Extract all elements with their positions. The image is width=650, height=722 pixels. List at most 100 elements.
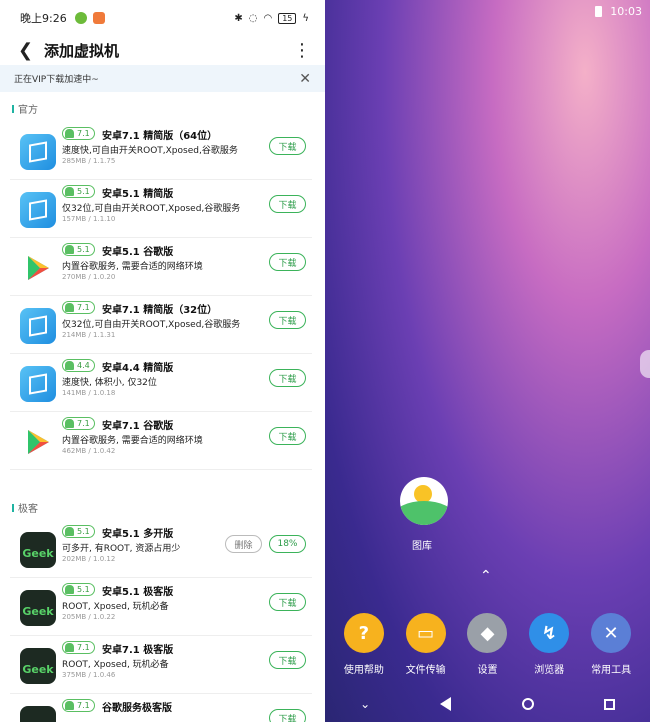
dock-item[interactable]: ▭ 文件传输 <box>396 613 456 676</box>
dock-icon-glyph: ▭ <box>417 622 435 644</box>
item-description: 仅32位,可自由开关ROOT,Xposed,谷歌服务 <box>62 320 241 330</box>
geek-icon: Geek <box>20 706 56 722</box>
back-arrow-icon[interactable]: ❮ <box>18 40 44 61</box>
section-geek: 极客 <box>12 500 38 515</box>
charging-icon: ϟ <box>302 12 309 24</box>
version-text: 5.1 <box>77 245 90 254</box>
item-description: 速度快, 体积小, 仅32位 <box>62 378 157 388</box>
chevron-up-icon[interactable]: ⌃ <box>480 568 492 584</box>
dock-app-icon: ◆ <box>467 613 508 653</box>
geek-logo-text: Geek <box>22 605 54 618</box>
list-item[interactable]: Geek 7.1 安卓7.1 极客版 ROOT, Xposed, 玩机必备 375MB … <box>10 636 312 694</box>
item-description: 内置谷歌服务, 需要合适的网络环境 <box>62 436 203 446</box>
item-meta: 157MB / 1.1.10 <box>62 215 116 223</box>
item-description: 速度快,可自由开关ROOT,Xposed,谷歌服务 <box>62 146 238 156</box>
item-meta: 375MB / 1.0.46 <box>62 671 116 679</box>
item-description: 可多开, 有ROOT, 资源占用少 <box>62 544 181 554</box>
bluetooth-icon: ✱ <box>234 12 243 24</box>
item-name: 安卓5.1 谷歌版 <box>102 247 174 258</box>
android-icon <box>65 527 74 536</box>
download-button[interactable]: 18% <box>269 535 306 553</box>
android-icon <box>65 245 74 254</box>
dock-app-icon: ✕ <box>591 613 632 653</box>
android-icon <box>65 585 74 594</box>
version-badge: 4.4 <box>62 359 95 372</box>
geek-icon: Geek <box>20 590 56 626</box>
download-button[interactable]: 下载 <box>269 651 306 669</box>
download-button[interactable]: 下载 <box>269 311 306 329</box>
download-button[interactable]: 下载 <box>269 137 306 155</box>
download-button[interactable]: 下载 <box>269 369 306 387</box>
list-item[interactable]: 4.4 安卓4.4 精简版速度快, 体积小, 仅32位 141MB / 1.0.18… <box>10 354 312 412</box>
item-meta: 141MB / 1.0.18 <box>62 389 116 397</box>
version-text: 4.4 <box>77 361 90 370</box>
download-button[interactable]: 下载 <box>269 195 306 213</box>
dock-icon-glyph: ↯ <box>541 622 557 644</box>
delete-button[interactable]: 删除 <box>225 535 262 553</box>
dock-item[interactable]: ↯ 浏览器 <box>519 613 579 676</box>
vm-icon <box>20 192 56 228</box>
wifi-icon: ◠ <box>263 12 273 24</box>
list-item[interactable]: Geek 5.1 安卓5.1 极客版 ROOT, Xposed, 玩机必备 205MB … <box>10 578 312 636</box>
version-badge: 7.1 <box>62 699 95 712</box>
download-button[interactable]: 下载 <box>269 253 306 271</box>
list-item[interactable]: 7.1 安卓7.1 谷歌版内置谷歌服务, 需要合适的网络环境 462MB / 1.0… <box>10 412 312 470</box>
play-icon <box>20 424 56 460</box>
page-title: 添加虚拟机 <box>44 41 120 60</box>
download-button[interactable]: 下载 <box>269 593 306 611</box>
version-text: 7.1 <box>77 419 90 428</box>
item-meta: 205MB / 1.0.22 <box>62 613 116 621</box>
nav-home-icon[interactable] <box>521 698 534 710</box>
play-store-glyph <box>28 256 49 280</box>
item-meta: 462MB / 1.0.42 <box>62 447 116 455</box>
play-icon <box>20 250 56 286</box>
left-panel: 晚上9:26 ✱ ◌ ◠ 15 ϟ ❮ 添加虚拟机 ⋮ 正在VIP下载加速中~ … <box>0 0 325 722</box>
dock-app-icon: ▭ <box>405 613 446 653</box>
download-button[interactable]: 下载 <box>269 709 306 722</box>
geek-logo-text: Geek <box>22 663 54 676</box>
chevron-down-icon[interactable]: ⌄ <box>360 697 370 711</box>
list-item[interactable]: Geek 5.1 安卓5.1 多开版 可多开, 有ROOT, 资源占用少 202MB /… <box>10 520 312 578</box>
section-title: 官方 <box>18 105 38 116</box>
geek-icon: Geek <box>20 532 56 568</box>
dock-app-icon: ↯ <box>529 613 570 653</box>
nav-back-icon[interactable] <box>440 697 452 711</box>
status-time: 晚上9:26 <box>20 12 67 25</box>
list-item[interactable]: 5.1 安卓5.1 谷歌版 内置谷歌服务, 需要合适的网络环境 270MB / 1.0… <box>10 238 312 296</box>
close-icon[interactable]: ✕ <box>299 71 311 87</box>
section-marker <box>12 503 14 512</box>
item-name: 安卓7.1 谷歌版 <box>102 421 174 432</box>
android-icon <box>65 303 74 312</box>
geek-icon: Geek <box>20 648 56 684</box>
item-name: 安卓5.1 极客版 <box>102 587 174 598</box>
more-options-icon[interactable]: ⋮ <box>293 40 311 61</box>
android-icon <box>65 419 74 428</box>
gallery-app-icon[interactable] <box>400 477 448 525</box>
app-notification-icon-2 <box>92 12 105 24</box>
dock-item[interactable]: ? 使用帮助 <box>334 613 394 676</box>
dock-item[interactable]: ✕ 常用工具 <box>581 613 641 676</box>
item-description: 内置谷歌服务, 需要合适的网络环境 <box>62 262 203 272</box>
list-item[interactable]: 5.1 安卓5.1 精简版 仅32位,可自由开关ROOT,Xposed,谷歌服务 15… <box>10 180 312 238</box>
virtual-machine-screen[interactable]: 10:03 图库 ⌃ ? 使用帮助 ▭ 文件传输 ◆ 设置 ↯ 浏览器 ✕ 常用工具 ⌄ <box>325 0 650 722</box>
list-item[interactable]: Geek 7.1 谷歌服务极客版下载 <box>10 694 312 722</box>
version-badge: 5.1 <box>62 525 95 538</box>
dock: ? 使用帮助 ▭ 文件传输 ◆ 设置 ↯ 浏览器 ✕ 常用工具 <box>325 613 650 676</box>
nav-recent-icon[interactable] <box>603 698 615 710</box>
version-badge: 5.1 <box>62 185 95 198</box>
download-button[interactable]: 下载 <box>269 427 306 445</box>
dock-item[interactable]: ◆ 设置 <box>457 613 517 676</box>
list-item[interactable]: 7.1 安卓7.1 精简版（64位） 速度快,可自由开关ROOT,Xposed,谷歌… <box>10 122 312 180</box>
item-meta: 202MB / 1.0.12 <box>62 555 116 563</box>
dock-icon-glyph: ? <box>358 622 370 644</box>
item-name: 安卓7.1 精简版（64位） <box>102 131 218 142</box>
list-item[interactable]: 7.1 安卓7.1 精简版（32位） 仅32位,可自由开关ROOT,Xposed,谷… <box>10 296 312 354</box>
android-icon <box>65 361 74 370</box>
dock-icon-glyph: ◆ <box>480 622 495 644</box>
dock-label: 使用帮助 <box>343 665 384 676</box>
play-store-glyph <box>28 430 49 454</box>
version-badge: 7.1 <box>62 417 95 430</box>
edge-handle[interactable] <box>640 350 650 378</box>
vm-icon <box>20 308 56 344</box>
item-name: 安卓4.4 精简版 <box>102 363 174 374</box>
